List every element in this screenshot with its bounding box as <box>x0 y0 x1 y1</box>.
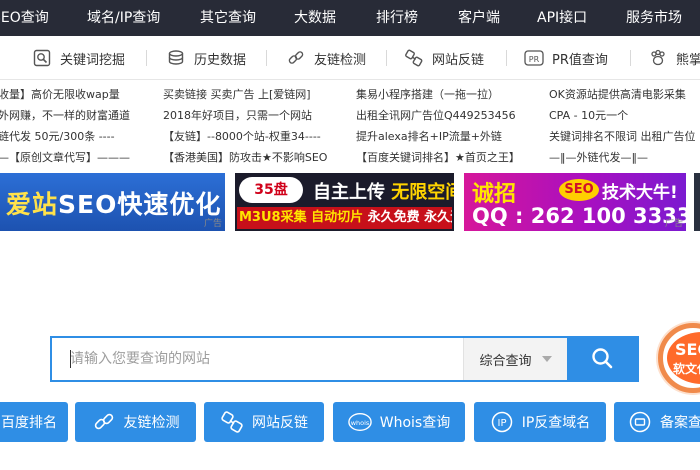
bubble-title: SEO <box>675 340 700 359</box>
tool-bear-paw[interactable]: 熊掌 <box>648 36 700 80</box>
tool-divider <box>386 50 387 66</box>
quick-beian-button[interactable]: 备案查 <box>614 402 700 442</box>
tool-divider <box>266 50 267 66</box>
backlink-icon <box>220 410 244 434</box>
button-label: 网站反链 <box>252 415 308 431</box>
tool-divider <box>506 50 507 66</box>
tool-bar: 关键词挖掘 历史数据 友链检测 网站反链 PR PR值查询 熊掌 <box>0 36 700 80</box>
tool-label: 熊掌 <box>676 52 700 68</box>
nav-client[interactable]: 客户端 <box>458 0 500 36</box>
ad-tag: 广告 <box>203 219 222 229</box>
banner-headline-right: 技术大牛! <box>602 183 678 203</box>
banner-headline: 自主上传 无限空间 <box>313 182 454 203</box>
banner-aizhan-seo[interactable]: 爱站SEO快速优化 广告 <box>0 173 225 231</box>
tool-divider <box>146 50 147 66</box>
text-cursor <box>70 350 71 368</box>
button-label: Whois查询 <box>379 415 451 431</box>
tool-backlink[interactable]: 网站反链 <box>404 36 484 80</box>
ad-link[interactable]: 2018年好项目，只需一个网站 <box>163 105 353 126</box>
history-data-icon <box>166 48 186 68</box>
beian-icon <box>628 410 652 434</box>
tool-divider <box>630 50 631 66</box>
seo-badge: SEO <box>559 179 599 201</box>
nav-other-query[interactable]: 其它查询 <box>200 0 256 36</box>
quick-ip-reverse-button[interactable]: IP IP反查域名 <box>474 402 606 442</box>
ad-column: OK资源站提供高清电影采集 CPA - 10元一个 关键词排名不限词 出租广告位… <box>549 84 700 168</box>
keyword-search-icon <box>32 48 52 68</box>
quick-baidu-rank-button[interactable]: 百度排名 <box>0 402 68 442</box>
link-check-icon <box>286 48 306 68</box>
nav-seo-query[interactable]: SEO查询 <box>0 0 49 36</box>
nav-api[interactable]: API接口 <box>537 0 587 36</box>
search-button[interactable] <box>567 338 637 380</box>
banner-recruit-seo[interactable]: 诚招 SEO 技术大牛! QQ : 262 100 3333 广告 <box>464 173 686 231</box>
ad-link[interactable]: 收量】高价无限收wap量 <box>0 84 188 105</box>
tool-history-data[interactable]: 历史数据 <box>166 36 246 80</box>
ad-column: 收量】高价无限收wap量 外网赚，不一样的财富通道 链代发 50元/300条 -… <box>0 84 188 168</box>
ad-link[interactable]: 出租全讯网广告位Q449253456 <box>356 105 546 126</box>
banner-subline: M3U8采集 自动切片 永久免费 永久无限制 <box>237 207 452 229</box>
svg-text:PR: PR <box>529 55 540 64</box>
ad-link[interactable]: —【原创文章代写】——— <box>0 147 188 168</box>
ad-text-links: 收量】高价无限收wap量 外网赚，不一样的财富通道 链代发 50元/300条 -… <box>0 80 700 170</box>
banner-35pan[interactable]: 35盘 自主上传 无限空间 M3U8采集 自动切片 永久免费 永久无限制 <box>235 173 454 231</box>
nav-domain-ip-query[interactable]: 域名/IP查询 <box>87 0 160 36</box>
tool-label: PR值查询 <box>552 52 608 68</box>
ip-icon: IP <box>490 410 514 434</box>
chevron-down-icon <box>541 356 552 362</box>
quick-link-check-button[interactable]: 友链检测 <box>75 402 196 442</box>
seo-article-float-ad[interactable]: SEO 软文代 <box>658 323 700 393</box>
backlink-icon <box>404 48 424 68</box>
query-type-value: 综合查询 <box>479 353 532 369</box>
tool-keyword-mining[interactable]: 关键词挖掘 <box>32 36 125 80</box>
search-input[interactable] <box>52 338 463 380</box>
svg-text:whois: whois <box>351 419 370 427</box>
ad-link[interactable]: 外网赚，不一样的财富通道 <box>0 105 188 126</box>
bubble-subtitle: 软文代 <box>673 362 700 376</box>
search-box: 综合查询 <box>50 336 639 382</box>
ad-link[interactable]: 关键词排名不限词 出租广告位 <box>549 126 700 147</box>
banner-qq: QQ : 262 100 3333 <box>472 204 686 228</box>
svg-text:IP: IP <box>497 418 506 429</box>
tool-label: 网站反链 <box>432 52 485 68</box>
banner-headline: 爱站SEO快速优化 <box>6 190 222 219</box>
button-label: 备案查 <box>660 415 700 431</box>
nav-ranking[interactable]: 排行榜 <box>376 0 418 36</box>
ad-link[interactable]: 集易小程序搭建（一拖一拉） <box>356 84 546 105</box>
ad-tag: 广告 <box>664 219 683 229</box>
tool-pr-query[interactable]: PR PR值查询 <box>524 36 608 80</box>
paw-icon <box>648 48 668 68</box>
search-icon <box>590 346 614 373</box>
ad-link[interactable]: 链代发 50元/300条 ---- <box>0 126 188 147</box>
nav-service-market[interactable]: 服务市场 <box>626 0 682 36</box>
button-label: IP反查域名 <box>521 415 591 431</box>
ad-link[interactable]: CPA - 10元一个 <box>549 105 700 126</box>
tool-label: 历史数据 <box>194 52 247 68</box>
button-label: 友链检测 <box>123 415 180 431</box>
ad-link[interactable]: —‖—外链代发—‖— <box>549 147 700 168</box>
banner-logo: 35盘 <box>239 177 303 203</box>
tool-label: 友链检测 <box>314 52 367 68</box>
button-label: 百度排名 <box>1 415 57 431</box>
top-nav: SEO查询 域名/IP查询 其它查询 大数据 排行榜 客户端 API接口 服务市… <box>0 0 700 36</box>
ad-link[interactable]: 【香港美国】防攻击★不影响SEO <box>163 147 353 168</box>
query-type-select[interactable]: 综合查询 <box>463 338 567 380</box>
tool-link-check[interactable]: 友链检测 <box>286 36 366 80</box>
ad-column: 买卖链接 买卖广告 上[爱链网] 2018年好项目，只需一个网站 【友链】--8… <box>163 84 353 168</box>
pr-icon: PR <box>524 48 544 68</box>
nav-big-data[interactable]: 大数据 <box>294 0 336 36</box>
ad-link[interactable]: 提升alexa排名+IP流量+外链 <box>356 126 546 147</box>
ad-link[interactable]: 【友链】--8000个站-权重34---- <box>163 126 353 147</box>
ad-link[interactable]: 买卖链接 买卖广告 上[爱链网] <box>163 84 353 105</box>
tool-label: 关键词挖掘 <box>60 52 126 68</box>
banner-partial[interactable] <box>694 173 700 231</box>
quick-whois-button[interactable]: whois Whois查询 <box>333 402 465 442</box>
ad-column: 集易小程序搭建（一拖一拉） 出租全讯网广告位Q449253456 提升alexa… <box>356 84 546 168</box>
link-check-icon <box>92 410 116 434</box>
whois-icon: whois <box>347 410 372 434</box>
ad-link[interactable]: 【百度关键词排名】★首页之王】 <box>356 147 546 168</box>
quick-backlink-button[interactable]: 网站反链 <box>204 402 324 442</box>
ad-link[interactable]: OK资源站提供高清电影采集 <box>549 84 700 105</box>
